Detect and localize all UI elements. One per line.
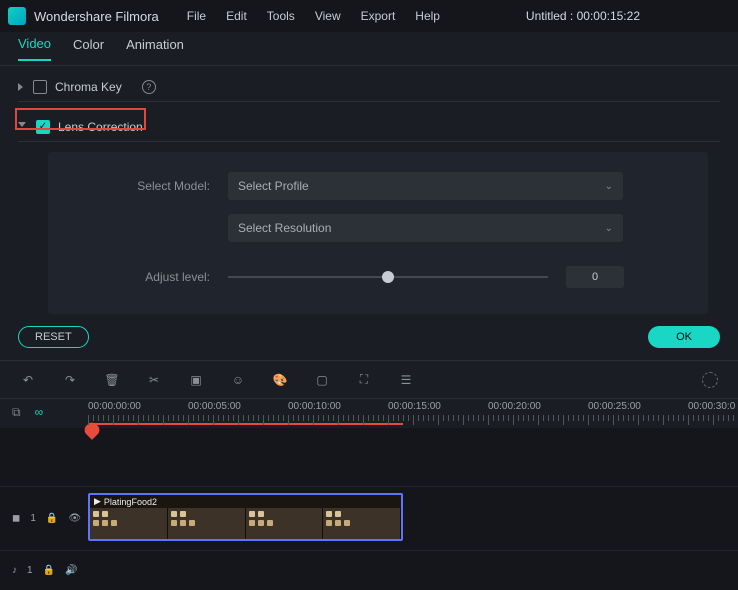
- audio-track-head: ♪ 1 🔒 🔊: [0, 565, 88, 576]
- timeline-clip[interactable]: ▶ PlatingFood2: [88, 493, 403, 541]
- adjust-level-value[interactable]: 0: [566, 266, 624, 288]
- section-lens-correction[interactable]: Lens Correction: [18, 112, 720, 142]
- adjust-icon[interactable]: ☰: [398, 373, 414, 387]
- menu-view[interactable]: View: [315, 9, 341, 23]
- tab-animation[interactable]: Animation: [126, 37, 184, 60]
- ruler-inner[interactable]: 00:00:00:00 00:00:05:00 00:00:10:00 00:0…: [88, 399, 738, 428]
- audio-track-index: 1: [27, 565, 33, 576]
- chevron-down-icon: ⌄: [605, 223, 613, 234]
- help-icon[interactable]: ?: [142, 80, 156, 94]
- tab-color[interactable]: Color: [73, 37, 104, 60]
- chevron-down-icon: [18, 122, 26, 131]
- speed-icon[interactable]: ☺: [230, 373, 246, 387]
- overlap-icon[interactable]: ⧉: [12, 405, 21, 420]
- video-track-icon: ◼: [12, 513, 20, 524]
- tracks-area: ◼ 1 🔒 👁 ▶ PlatingFood2 ♪ 1: [0, 428, 738, 590]
- redo-icon[interactable]: ↷: [62, 373, 78, 387]
- lens-correction-panel: Select Model: Select Profile ⌄ Select Re…: [48, 152, 708, 314]
- menu-help[interactable]: Help: [415, 9, 440, 23]
- lens-label: Lens Correction: [58, 120, 143, 134]
- green-screen-icon[interactable]: ▢: [314, 373, 330, 387]
- tab-video[interactable]: Video: [18, 36, 51, 61]
- eye-icon[interactable]: 👁: [68, 513, 81, 524]
- lens-checkbox[interactable]: [36, 120, 50, 134]
- menubar: Wondershare Filmora File Edit Tools View…: [0, 0, 738, 32]
- settings-icon[interactable]: [702, 372, 718, 388]
- panel-buttons: RESET OK: [0, 314, 738, 360]
- select-profile-dropdown[interactable]: Select Profile ⌄: [228, 172, 623, 200]
- select-model-label: Select Model:: [68, 179, 228, 193]
- color-icon[interactable]: 🎨: [272, 373, 288, 387]
- timeline-toolbar: ↶ ↷ 🗑 ✂ ▣ ☺ 🎨 ▢ ⛶ ☰: [0, 360, 738, 398]
- chevron-right-icon: [18, 83, 23, 91]
- play-icon: ▶: [94, 496, 101, 507]
- delete-icon[interactable]: 🗑: [104, 373, 120, 387]
- effect-sections: Chroma Key ? Lens Correction Select Mode…: [0, 66, 738, 314]
- tick-label: 00:00:15:00: [388, 401, 441, 412]
- tick-label: 00:00:25:00: [588, 401, 641, 412]
- slider-thumb[interactable]: [382, 271, 394, 283]
- video-track: ◼ 1 🔒 👁 ▶ PlatingFood2: [0, 486, 738, 550]
- speaker-icon[interactable]: 🔊: [65, 565, 77, 576]
- tick-label: 00:00:30:0: [688, 401, 735, 412]
- menu-tools[interactable]: Tools: [267, 9, 295, 23]
- time-ruler[interactable]: ⧉ ∞ 00:00:00:00 00:00:05:00 00:00:10:00 …: [0, 398, 738, 428]
- app-name: Wondershare Filmora: [34, 9, 159, 24]
- select-resolution-dropdown[interactable]: Select Resolution ⌄: [228, 214, 623, 242]
- adjust-level-label: Adjust level:: [68, 270, 228, 284]
- tick-label: 00:00:20:00: [488, 401, 541, 412]
- lock-icon[interactable]: 🔒: [46, 513, 58, 524]
- video-track-head: ◼ 1 🔒 👁: [0, 513, 88, 524]
- crop-icon[interactable]: ▣: [188, 373, 204, 387]
- lock-icon[interactable]: 🔒: [43, 565, 55, 576]
- undo-icon[interactable]: ↶: [20, 373, 36, 387]
- audio-track-icon: ♪: [12, 565, 17, 576]
- document-title: Untitled : 00:00:15:22: [526, 9, 640, 23]
- audio-track: ♪ 1 🔒 🔊: [0, 550, 738, 590]
- tick-label: 00:00:05:00: [188, 401, 241, 412]
- video-track-index: 1: [30, 513, 36, 524]
- subtabs: Video Color Animation: [0, 32, 738, 66]
- chroma-checkbox[interactable]: [33, 80, 47, 94]
- link-icon[interactable]: ∞: [35, 405, 44, 420]
- adjust-level-slider[interactable]: [228, 276, 548, 278]
- chroma-label: Chroma Key: [55, 80, 122, 94]
- tick-label: 00:00:10:00: [288, 401, 341, 412]
- ok-button[interactable]: OK: [648, 326, 720, 348]
- select-resolution-value: Select Resolution: [238, 221, 331, 235]
- select-profile-value: Select Profile: [238, 179, 309, 193]
- menu-edit[interactable]: Edit: [226, 9, 247, 23]
- expand-icon[interactable]: ⛶: [356, 372, 372, 387]
- clip-name: PlatingFood2: [104, 497, 157, 507]
- menu-export[interactable]: Export: [361, 9, 396, 23]
- split-icon[interactable]: ✂: [146, 373, 162, 387]
- reset-button[interactable]: RESET: [18, 326, 89, 348]
- app-logo-icon: [8, 7, 26, 25]
- tick-label: 00:00:00:00: [88, 401, 141, 412]
- section-chroma-key[interactable]: Chroma Key ?: [18, 72, 720, 102]
- chevron-down-icon: ⌄: [605, 181, 613, 192]
- played-region: [88, 423, 403, 425]
- menu-file[interactable]: File: [187, 9, 206, 23]
